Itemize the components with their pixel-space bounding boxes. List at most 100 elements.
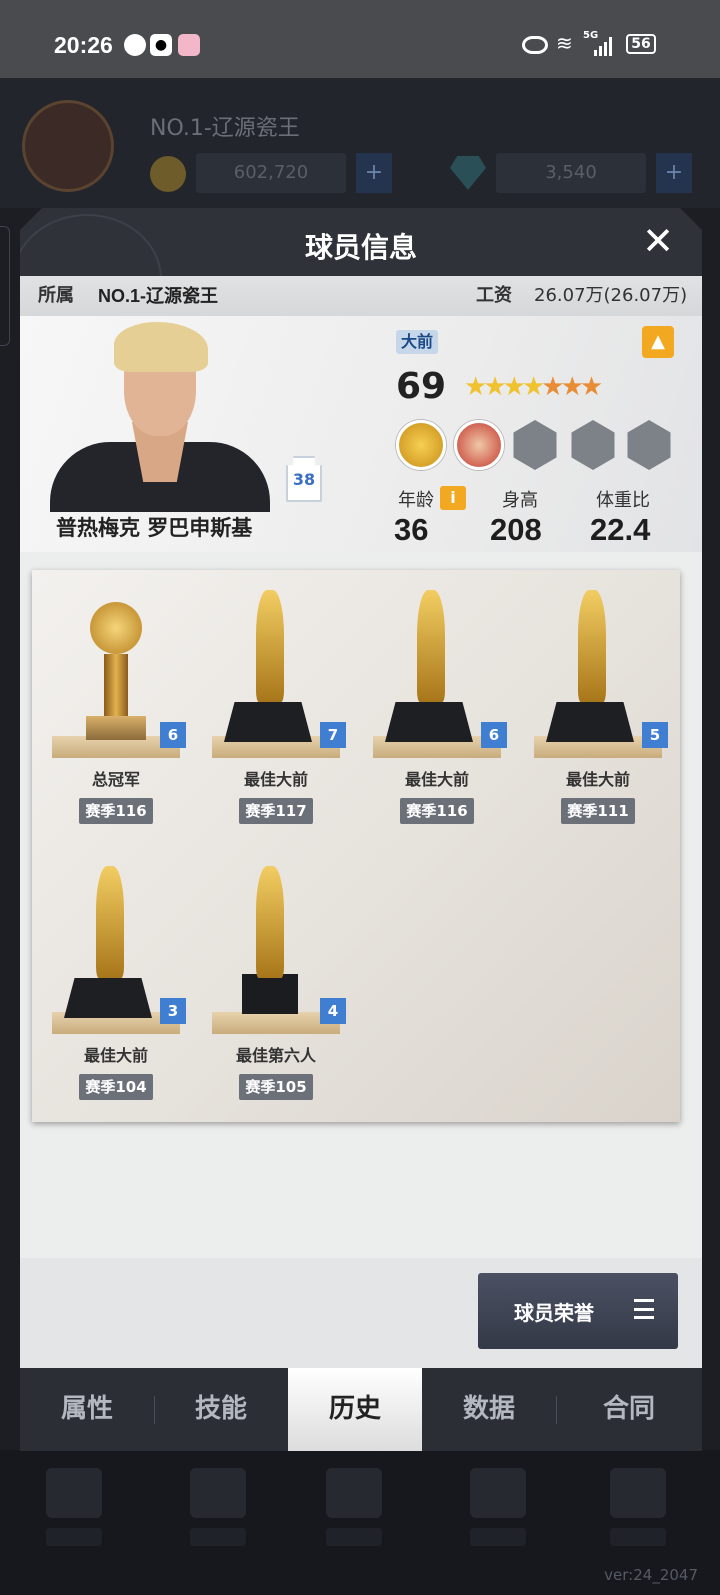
- trophy-season: 赛季116: [79, 798, 153, 824]
- trophy-count: 6: [160, 722, 186, 748]
- trophy-wall: 6 总冠军 赛季116 7 最佳大前 赛季117 6 最佳大前 赛季116 5 …: [32, 570, 680, 1122]
- player-statue-icon: [578, 590, 606, 702]
- player-rating: 69: [396, 366, 447, 407]
- player-portrait: [50, 322, 270, 512]
- trophy-name: 最佳大前: [243, 770, 308, 789]
- status-time: 20:26: [54, 32, 113, 58]
- player-honor-button[interactable]: 球员荣誉: [478, 1273, 678, 1349]
- player-info-modal: 球员信息 ✕ 所属 NO.1-辽源瓷王 工资 26.07万(26.07万) 38…: [20, 208, 702, 1473]
- player-card: 38 普热梅克 罗巴申斯基 大前 ▲ 69 ★★★★★★★ 年龄 i 身高 体重…: [20, 316, 702, 552]
- trophy-item[interactable]: 7 最佳大前 赛季117: [194, 576, 354, 836]
- tab-data[interactable]: 数据: [422, 1368, 556, 1451]
- trophy-season: 赛季116: [400, 798, 474, 824]
- team-label: 所属: [38, 285, 74, 306]
- red-badge-icon[interactable]: [454, 420, 504, 470]
- empty-badge-icon[interactable]: [513, 420, 557, 470]
- trophy-season: 赛季111: [561, 798, 635, 824]
- trophy-item[interactable]: 6 总冠军 赛季116: [34, 576, 194, 836]
- height-label: 身高: [502, 490, 538, 511]
- team-value: NO.1-辽源瓷王: [98, 286, 219, 306]
- tab-attributes[interactable]: 属性: [20, 1368, 154, 1451]
- tab-skills[interactable]: 技能: [154, 1368, 288, 1451]
- signal-icon: [594, 36, 616, 56]
- chat-bubble-icon: [124, 34, 146, 56]
- close-icon[interactable]: ✕: [642, 222, 674, 260]
- salary-label: 工资: [476, 285, 512, 306]
- tab-contract[interactable]: 合同: [556, 1368, 702, 1451]
- trophy-count: 3: [160, 998, 186, 1024]
- menu-icon: [634, 1299, 654, 1319]
- trophy-item[interactable]: 4 最佳第六人 赛季105: [194, 852, 354, 1112]
- qq-penguin-icon: ●: [150, 34, 172, 56]
- trophy-season: 赛季117: [239, 798, 313, 824]
- age-label: 年龄: [398, 490, 434, 511]
- add-coins-button[interactable]: +: [356, 153, 392, 193]
- player-honor-label: 球员荣誉: [514, 1301, 594, 1325]
- player-statue-icon: [417, 590, 445, 702]
- weight-ratio-label: 体重比: [596, 490, 650, 511]
- star-icon: ★: [521, 372, 545, 402]
- trophy-item[interactable]: 6 最佳大前 赛季116: [355, 576, 515, 836]
- trophy-season: 赛季105: [239, 1074, 313, 1100]
- player-statue-icon: [96, 866, 124, 978]
- nav-icon-3: [326, 1468, 382, 1518]
- weight-ratio-value: 22.4: [590, 512, 651, 547]
- star-icon: ★: [502, 372, 526, 402]
- nav-label-3: [326, 1528, 382, 1546]
- team-salary-bar: 所属 NO.1-辽源瓷王 工资 26.07万(26.07万): [20, 276, 702, 316]
- height-value: 208: [490, 512, 542, 547]
- gold-badge-icon[interactable]: [396, 420, 446, 470]
- player-name: 普热梅克 罗巴申斯基: [56, 516, 253, 540]
- version-label: ver:24_2047: [604, 1566, 698, 1584]
- battery-icon: 56: [626, 34, 656, 54]
- player-statue-icon: [256, 590, 284, 702]
- trophy-count: 4: [320, 998, 346, 1024]
- coin-amount: 602,720: [196, 153, 346, 193]
- nav-label-1: [46, 1528, 102, 1546]
- eye-icon: [522, 36, 548, 54]
- add-gems-button[interactable]: +: [656, 153, 692, 193]
- nav-label-2: [190, 1528, 246, 1546]
- empty-badge-icon[interactable]: [627, 420, 671, 470]
- side-tab-handle: [0, 226, 10, 346]
- trophy-count: 7: [320, 722, 346, 748]
- salary-value: 26.07万(26.07万): [534, 285, 688, 306]
- nav-icon-2: [190, 1468, 246, 1518]
- background-team-name: NO.1-辽源瓷王: [150, 116, 300, 141]
- trophy-count: 5: [642, 722, 668, 748]
- modal-header: 球员信息 ✕: [20, 208, 702, 276]
- nav-icon-5: [610, 1468, 666, 1518]
- star-icon: ★: [464, 372, 487, 402]
- game-controller-icon: [178, 34, 200, 56]
- sixth-man-statue-icon: [256, 866, 284, 978]
- age-value: 36: [394, 512, 429, 547]
- tab-history[interactable]: 历史: [288, 1368, 422, 1451]
- empty-badge-icon[interactable]: [571, 420, 615, 470]
- trophy-name: 最佳大前: [404, 770, 469, 789]
- star-icon: ★: [579, 372, 603, 402]
- trophy-name: 最佳第六人: [235, 1046, 316, 1065]
- gem-amount: 3,540: [496, 153, 646, 193]
- jersey-number-icon: 38: [286, 456, 322, 502]
- nav-icon-4: [470, 1468, 526, 1518]
- trophy-name: 最佳大前: [565, 770, 630, 789]
- trophy-name: 总冠军: [91, 770, 140, 789]
- position-badge: 大前: [396, 330, 438, 354]
- coin-icon: [150, 156, 186, 192]
- trophy-season: 赛季104: [79, 1074, 153, 1100]
- wifi-icon: ≋: [556, 31, 573, 55]
- star-icon: ★: [560, 372, 584, 402]
- nav-label-4: [470, 1528, 526, 1546]
- team-logo: [22, 100, 114, 192]
- star-icon: ★: [541, 372, 564, 402]
- championship-trophy-icon: [90, 602, 142, 654]
- info-icon[interactable]: i: [440, 486, 466, 510]
- modal-body: 所属 NO.1-辽源瓷王 工资 26.07万(26.07万) 38 普热梅克 罗…: [20, 276, 702, 1356]
- trophy-item[interactable]: 3 最佳大前 赛季104: [34, 852, 194, 1112]
- fire-icon[interactable]: ▲: [642, 326, 674, 358]
- tab-bar: 属性 技能 历史 数据 合同: [20, 1368, 702, 1451]
- trophy-count: 6: [481, 722, 507, 748]
- trophy-item[interactable]: 5 最佳大前 赛季111: [516, 576, 676, 836]
- status-bar: 20:26 ● ≋ 5G 56: [0, 0, 720, 78]
- star-icon: ★: [483, 372, 506, 402]
